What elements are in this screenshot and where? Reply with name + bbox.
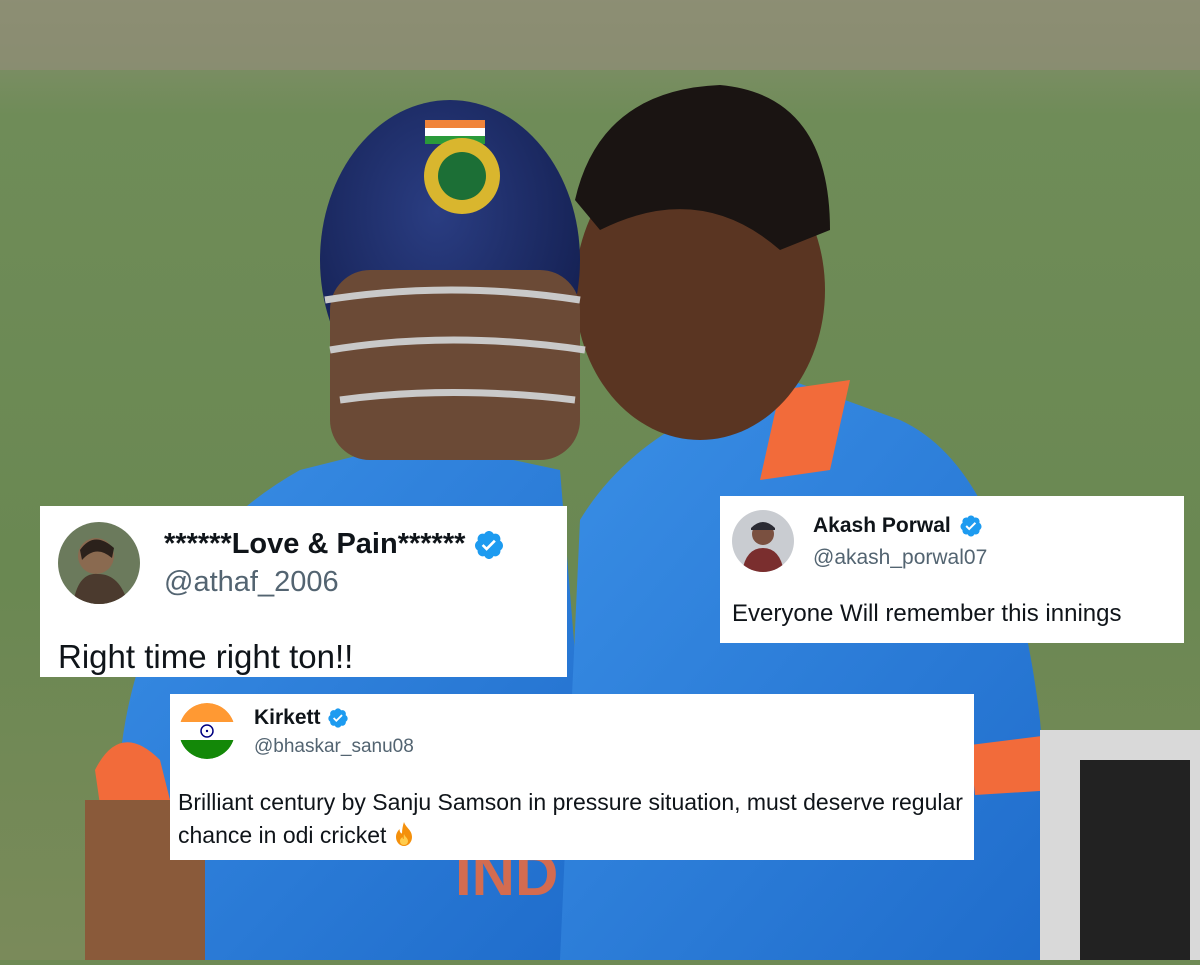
user-handle[interactable]: @bhaskar_sanu08 <box>254 736 414 758</box>
tweet-card[interactable]: Kirkett @bhaskar_sanu08 Brilliant centur… <box>170 694 974 860</box>
user-handle[interactable]: @akash_porwal07 <box>813 546 987 570</box>
tweet-text: Right time right ton!! <box>58 638 354 675</box>
display-name[interactable]: ******Love & Pain****** <box>164 528 505 561</box>
avatar[interactable] <box>179 703 235 759</box>
tweet-card[interactable]: Akash Porwal @akash_porwal07 Everyone Wi… <box>720 496 1184 643</box>
fire-icon <box>392 821 416 847</box>
display-name-text: ******Love & Pain****** <box>164 528 466 560</box>
tweet-text: Brilliant century by Sanju Samson in pre… <box>178 786 968 852</box>
display-name-text: Kirkett <box>254 706 321 729</box>
verified-badge-icon <box>473 529 505 561</box>
user-avatar-image <box>732 510 794 572</box>
tweet-text-content: Brilliant century by Sanju Samson in pre… <box>178 789 963 848</box>
user-avatar-image <box>58 522 140 604</box>
avatar[interactable] <box>58 522 140 604</box>
india-flag-avatar-icon <box>179 703 235 759</box>
display-name[interactable]: Kirkett <box>254 706 349 730</box>
display-name-text: Akash Porwal <box>813 514 951 537</box>
user-handle[interactable]: @athaf_2006 <box>164 566 339 599</box>
verified-badge-icon <box>959 514 983 538</box>
verified-badge-icon <box>327 707 349 729</box>
tweet-text: Everyone Will remember this innings <box>732 600 1122 627</box>
avatar[interactable] <box>732 510 794 572</box>
tweet-card[interactable]: ******Love & Pain****** @athaf_2006 Righ… <box>40 506 567 677</box>
display-name[interactable]: Akash Porwal <box>813 514 983 538</box>
